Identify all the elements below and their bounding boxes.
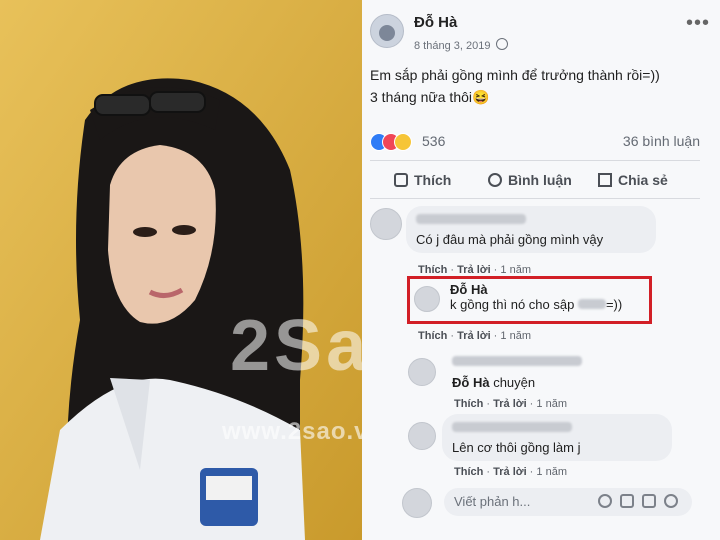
comment-text: k gồng thì nó cho sập (450, 297, 575, 312)
profile-photo: 2Sao www.2sao.vn (0, 0, 362, 540)
caption-line-2: 3 tháng nữa thôi😆 (370, 89, 490, 105)
camera-icon[interactable] (620, 494, 634, 508)
divider (370, 160, 700, 161)
comment-bubble: Đỗ Hà chuyện (442, 348, 662, 396)
photo-illustration (0, 0, 362, 540)
comment-like-link[interactable]: Thích (454, 466, 483, 478)
comment-bubble: Có j đâu mà phải gồng mình vậy (406, 206, 656, 253)
hidden-name (416, 214, 526, 224)
share-button[interactable]: Chia sẻ (598, 172, 668, 188)
comment-actions: Thích · Trả lời · 1 năm (454, 466, 567, 478)
reaction-summary[interactable]: 536 36 bình luận (370, 131, 700, 153)
author-name[interactable]: Đỗ Hà (414, 14, 457, 31)
watermark-logo: 2Sao (230, 306, 362, 386)
viewer-avatar (402, 488, 432, 518)
gif-icon[interactable] (642, 494, 656, 508)
comment-like-link[interactable]: Thích (418, 330, 447, 342)
comment-actions: Thích · Trả lời · 1 năm (418, 330, 531, 342)
comment-label: Bình luận (508, 172, 572, 188)
reply-bar: Viết phản h... (402, 486, 702, 520)
comment-reply-link[interactable]: Trả lời (457, 264, 491, 276)
commenter-avatar[interactable] (370, 208, 402, 240)
author-avatar[interactable] (414, 286, 440, 312)
comment-time: 1 năm (536, 466, 567, 478)
share-label: Chia sẻ (618, 172, 668, 188)
comment-text-wrap: Đỗ Hà chuyện (452, 375, 652, 390)
comment-text: chuyện (493, 375, 536, 390)
comment-text: Lên cơ thôi gồng làm j (452, 440, 581, 455)
comment-bubble: Đỗ Hà k gồng thì nó cho sập =)) (444, 280, 646, 314)
comment-time: 1 năm (500, 330, 531, 342)
emoji-icon[interactable] (598, 494, 612, 508)
comment-suffix: =)) (605, 297, 623, 312)
comment-count[interactable]: 36 bình luận (623, 133, 700, 149)
comment-reply-link[interactable]: Trả lời (493, 398, 527, 410)
commenter-avatar[interactable] (408, 422, 436, 450)
hidden-name (452, 422, 572, 432)
like-button[interactable]: Thích (394, 172, 451, 188)
comment-reply-link[interactable]: Trả lời (457, 330, 491, 342)
post-header: Đỗ Hà 8 tháng 3, 2019 ••• (370, 10, 710, 60)
comment-list: Có j đâu mà phải gồng mình vậy Thích · T… (362, 200, 720, 540)
haha-reaction-icon (394, 133, 412, 151)
comment-bubble: Lên cơ thôi gồng làm j (442, 414, 672, 461)
caption-line-1: Em sắp phải gồng mình để trưởng thành rồ… (370, 67, 660, 83)
reaction-count[interactable]: 536 (422, 133, 445, 149)
share-icon (598, 173, 612, 187)
comment-time: 1 năm (500, 264, 531, 276)
thumb-up-icon (394, 173, 408, 187)
post-date-text[interactable]: 8 tháng 3, 2019 (414, 40, 490, 52)
post-actions: Thích Bình luận Chia sẻ (370, 166, 700, 196)
comment-text: Có j đâu mà phải gồng mình vậy (416, 232, 604, 247)
like-label: Thích (414, 172, 452, 188)
comment-author[interactable]: Đỗ Hà (450, 282, 640, 297)
comment-actions: Thích · Trả lời · 1 năm (454, 398, 567, 410)
post-date[interactable]: 8 tháng 3, 2019 (414, 38, 509, 52)
divider (370, 198, 700, 199)
sticker-icon[interactable] (664, 494, 678, 508)
globe-icon (496, 38, 509, 50)
hidden-word (577, 299, 606, 309)
post-caption: Em sắp phải gồng mình để trưởng thành rồ… (370, 64, 700, 108)
comment-reply-link[interactable]: Trả lời (493, 466, 527, 478)
hidden-name (452, 356, 582, 366)
comment-icon (488, 173, 502, 187)
more-icon[interactable]: ••• (686, 12, 710, 35)
facebook-post: Đỗ Hà 8 tháng 3, 2019 ••• Em sắp phải gồ… (362, 0, 720, 540)
watermark-url: www.2sao.vn (222, 418, 362, 445)
comment-like-link[interactable]: Thích (454, 398, 483, 410)
author-avatar[interactable] (370, 14, 404, 48)
comment-actions: Thích · Trả lời · 1 năm (418, 264, 531, 276)
mention-name[interactable]: Đỗ Hà (452, 375, 490, 390)
commenter-avatar[interactable] (408, 358, 436, 386)
comment-text-wrap: k gồng thì nó cho sập =)) (450, 297, 640, 312)
comment-time: 1 năm (536, 398, 567, 410)
comment-button[interactable]: Bình luận (488, 172, 572, 188)
comment-like-link[interactable]: Thích (418, 264, 447, 276)
